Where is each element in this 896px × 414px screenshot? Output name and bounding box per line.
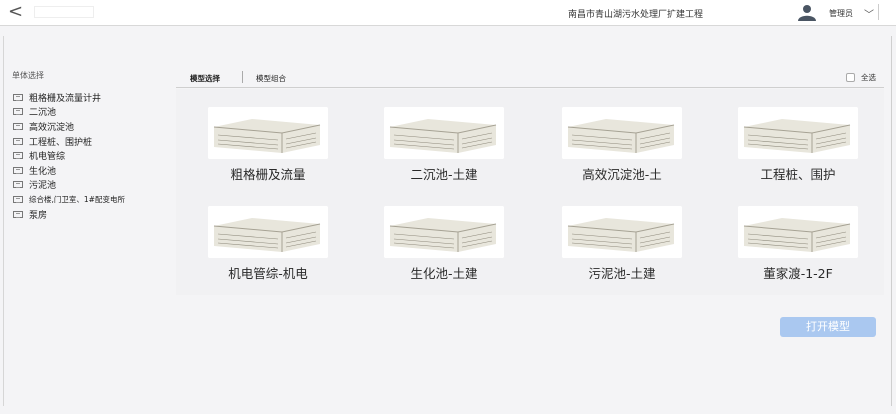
open-model-button[interactable]: 打开模型 (780, 317, 876, 337)
model-card[interactable]: 高效沉淀池-土 (562, 107, 682, 183)
model-card[interactable]: 机电管综-机电 (208, 206, 328, 282)
model-card[interactable]: 污泥池-土建 (562, 206, 682, 282)
select-all-label: 全选 (861, 73, 876, 82)
sidebar-item[interactable]: 机电管综 (8, 148, 168, 163)
sidebar-item[interactable]: 工程桩、围护桩 (8, 134, 168, 149)
model-card[interactable]: 二沉池-土建 (384, 107, 504, 183)
model-card-label: 粗格栅及流量 (230, 167, 306, 182)
sidebar-item[interactable]: 污泥池 (8, 178, 168, 193)
building-thumbnail-icon (208, 206, 328, 258)
sidebar-item[interactable]: 二沉池 (8, 105, 168, 120)
right-border (891, 36, 892, 406)
building-thumbnail-icon (384, 206, 504, 258)
tab-model-combine[interactable]: 模型组合 (256, 73, 286, 84)
sidebar-item[interactable]: 泵房 (8, 207, 168, 222)
building-thumbnail-icon (208, 107, 328, 159)
sidebar-item[interactable]: 高效沉淀池 (8, 119, 168, 134)
building-thumbnail-icon (738, 107, 858, 159)
title-placeholder-box (34, 6, 94, 18)
sidebar-item-label: 生化池 (29, 166, 57, 177)
model-icon (13, 137, 23, 145)
tab-model-select[interactable]: 模型选择 (190, 73, 220, 84)
model-icon (13, 108, 23, 116)
sidebar-item-label: 工程桩、围护桩 (29, 137, 93, 148)
model-card-label: 污泥池-土建 (588, 266, 656, 281)
model-card-label: 生化池-土建 (410, 266, 478, 281)
model-card[interactable]: 工程桩、围护 (738, 107, 858, 183)
model-tabs: 模型选择 模型组合 全选 (176, 70, 884, 88)
sidebar-item-label: 粗格栅及流量计井 (29, 93, 102, 104)
sidebar-item[interactable]: 综合楼,门卫室、1#配变电所 (8, 192, 168, 207)
building-thumbnail-icon (384, 107, 504, 159)
back-button[interactable]: < (8, 2, 24, 22)
model-card[interactable]: 生化池-土建 (384, 206, 504, 282)
checkbox-icon (846, 73, 855, 82)
user-name[interactable]: 管理员 (829, 8, 853, 19)
model-card-label: 董家渡-1-2F (763, 266, 833, 281)
sidebar-item-label: 二沉池 (29, 108, 57, 119)
model-card[interactable]: 董家渡-1-2F (738, 206, 858, 282)
left-border (3, 36, 4, 406)
sidebar-item[interactable]: 粗格栅及流量计井 (8, 90, 168, 105)
sidebar-title: 单体选择 (12, 71, 44, 80)
building-thumbnail-icon (738, 206, 858, 258)
model-icon (13, 166, 23, 174)
model-icon (13, 181, 23, 189)
select-all-checkbox[interactable]: 全选 (846, 72, 876, 83)
sidebar-item-label: 机电管综 (29, 152, 66, 163)
building-thumbnail-icon (562, 107, 682, 159)
model-card-label: 二沉池-土建 (410, 167, 478, 182)
sidebar-item-label: 污泥池 (29, 181, 57, 192)
project-title: 南昌市青山湖污水处理厂扩建工程 (568, 10, 704, 20)
unit-sidebar: 单体选择 粗格栅及流量计井 二沉池 高效沉淀池 工程桩、围护桩 机电管综 生化池… (8, 70, 168, 221)
tab-divider (242, 71, 243, 83)
model-card-label: 高效沉淀池-土 (582, 167, 662, 182)
user-avatar-icon[interactable] (796, 4, 818, 21)
model-card[interactable]: 粗格栅及流量 (208, 107, 328, 183)
model-icon (13, 152, 23, 160)
sidebar-item-label: 综合楼,门卫室、1#配变电所 (29, 194, 125, 204)
model-card-label: 机电管综-机电 (228, 266, 308, 281)
model-icon (13, 93, 23, 101)
model-grid: 粗格栅及流量 二沉池-土建 高效沉淀池-土 工程桩、围护 机电管综-机电 生化池… (176, 89, 884, 295)
sidebar-item-label: 高效沉淀池 (29, 122, 75, 133)
sidebar-item[interactable]: 生化池 (8, 163, 168, 178)
header-divider (878, 4, 879, 20)
model-icon (13, 210, 23, 218)
sidebar-item-label: 泵房 (29, 210, 48, 221)
chevron-down-icon[interactable]: ﹀ (864, 6, 874, 21)
model-icon (13, 122, 23, 130)
model-card-label: 工程桩、围护 (760, 167, 836, 182)
top-header: < 南昌市青山湖污水处理厂扩建工程 管理员 ﹀ (0, 0, 896, 26)
building-thumbnail-icon (562, 206, 682, 258)
model-icon (13, 195, 23, 203)
